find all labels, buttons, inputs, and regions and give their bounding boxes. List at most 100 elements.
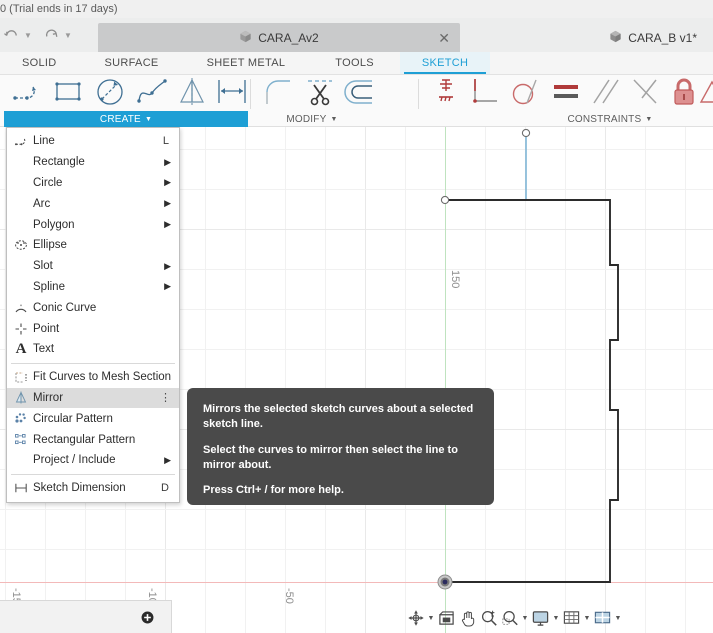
- browser-bottom-panel[interactable]: [0, 600, 172, 633]
- menu-item-line[interactable]: Line L: [7, 131, 179, 152]
- ribbon-trim-button[interactable]: [298, 77, 342, 111]
- tab-sheet-metal-label: SHEET METAL: [206, 57, 286, 69]
- panel-modify-label: MODIFY: [286, 113, 327, 125]
- blank-icon-slot: [13, 258, 29, 274]
- viewports-dropdown-caret[interactable]: ▼: [613, 607, 623, 629]
- ribbon-circle-button[interactable]: [88, 77, 132, 111]
- submenu-arrow-icon-circle: ▶: [164, 177, 171, 188]
- trial-banner: 0 (Trial ends in 17 days): [0, 0, 713, 18]
- ribbon-fillet-button[interactable]: [256, 77, 300, 111]
- tab-sheet-metal[interactable]: SHEET METAL: [183, 52, 310, 74]
- display-settings-icon[interactable]: [530, 607, 551, 629]
- menu-item-ellipse[interactable]: Ellipse: [7, 235, 179, 256]
- menu-item-circular-pattern-label: Circular Pattern: [33, 412, 113, 425]
- construction-line-endpoint[interactable]: [521, 128, 531, 138]
- ribbon-equal-button[interactable]: [544, 77, 588, 111]
- undo-dropdown-caret[interactable]: ▼: [22, 23, 34, 47]
- parallel-icon: [589, 77, 623, 112]
- ribbon-symmetry-button[interactable]: [690, 77, 713, 111]
- menu-item-point[interactable]: Point: [7, 318, 179, 339]
- ribbon-parallel-button[interactable]: [584, 77, 628, 111]
- workspace-tab-bar: SOLID SURFACE SHEET METAL TOOLS SKETCH: [0, 52, 713, 75]
- ribbon: CREATE ▼ MODIFY ▼ CONSTRAINTS ▼: [0, 75, 713, 127]
- menu-item-sketch-dimension[interactable]: Sketch Dimension D: [7, 478, 179, 499]
- close-icon[interactable]: ✕: [438, 31, 450, 45]
- ribbon-tangent-button[interactable]: [504, 77, 548, 111]
- ribbon-perpendicular-button[interactable]: [464, 77, 508, 111]
- tab-tools[interactable]: TOOLS: [309, 52, 400, 74]
- fit-dropdown-caret[interactable]: ▼: [520, 607, 530, 629]
- menu-separator-2: [11, 473, 175, 475]
- ribbon-line-button[interactable]: [6, 77, 50, 111]
- panel-constraints[interactable]: CONSTRAINTS ▼: [520, 111, 700, 127]
- document-tab-label: CARA_Av2: [258, 30, 319, 45]
- panel-modify[interactable]: MODIFY ▼: [252, 111, 372, 127]
- menu-item-rectangular-pattern[interactable]: Rectangular Pattern: [7, 429, 179, 450]
- submenu-arrow-icon-spline: ▶: [164, 281, 171, 292]
- grid-dropdown-caret[interactable]: ▼: [582, 607, 592, 629]
- menu-item-circle[interactable]: Circle ▶: [7, 173, 179, 194]
- tab-solid[interactable]: SOLID: [0, 52, 81, 74]
- sketch-dimension-icon-menu: [13, 480, 29, 496]
- panel-divider-1: [250, 79, 251, 109]
- menu-item-polygon[interactable]: Polygon ▶: [7, 214, 179, 235]
- menu-item-text[interactable]: A Text: [7, 339, 179, 360]
- add-icon[interactable]: [141, 611, 154, 624]
- menu-item-spline[interactable]: Spline ▶: [7, 277, 179, 298]
- tab-surface[interactable]: SURFACE: [81, 52, 183, 74]
- ribbon-spline-button[interactable]: [130, 77, 174, 111]
- circle-icon: [94, 77, 126, 112]
- orbit-icon[interactable]: [405, 607, 426, 629]
- menu-item-rectangle[interactable]: Rectangle ▶: [7, 152, 179, 173]
- spline-icon: [134, 77, 170, 112]
- trim-scissors-icon: [305, 77, 335, 112]
- profile-top-left-endpoint[interactable]: [440, 195, 450, 205]
- menu-item-fit-curves-to-mesh-section[interactable]: Fit Curves to Mesh Section: [7, 367, 179, 388]
- line-icon: [11, 79, 45, 110]
- document-tab-active[interactable]: CARA_Av2 ✕: [98, 23, 460, 52]
- fit-icon[interactable]: [499, 607, 520, 629]
- rectangular-pattern-icon-menu: [13, 432, 29, 448]
- menu-item-conic-curve-label: Conic Curve: [33, 301, 97, 314]
- origin-point-inner: [442, 579, 448, 585]
- redo-icon[interactable]: [40, 23, 62, 47]
- create-dropdown-menu[interactable]: Line L Rectangle ▶ Circle ▶ Arc ▶ Polygo…: [6, 127, 180, 503]
- ribbon-offset-button[interactable]: [338, 77, 382, 111]
- menu-item-mirror[interactable]: Mirror ⋮: [7, 387, 179, 409]
- fusion-app-window: 0 (Trial ends in 17 days) ▼ ▼ CARA_Av2 ✕…: [0, 0, 713, 633]
- ribbon-mirror-button[interactable]: [170, 77, 214, 111]
- menu-item-slot[interactable]: Slot ▶: [7, 256, 179, 277]
- menu-item-conic-curve[interactable]: Conic Curve: [7, 297, 179, 318]
- menu-item-project-include[interactable]: Project / Include ▶: [7, 450, 179, 471]
- look-at-icon[interactable]: [436, 607, 457, 629]
- document-tab-secondary[interactable]: CARA_B v1*: [609, 23, 697, 52]
- panel-create[interactable]: CREATE ▼: [4, 111, 248, 127]
- sketch-dimension-icon: [213, 77, 251, 112]
- menu-item-text-label: Text: [33, 343, 55, 356]
- panel-constraints-label: CONSTRAINTS: [567, 113, 642, 125]
- undo-icon[interactable]: [0, 23, 22, 47]
- overflow-menu-icon[interactable]: ⋮: [160, 392, 171, 403]
- ribbon-break-button[interactable]: [424, 77, 468, 111]
- blank-icon-spline: [13, 279, 29, 295]
- tab-sketch[interactable]: SKETCH: [399, 52, 491, 74]
- display-dropdown-caret[interactable]: ▼: [551, 607, 561, 629]
- ribbon-dimension-button[interactable]: [210, 77, 254, 111]
- viewports-icon[interactable]: [592, 607, 613, 629]
- pan-hand-icon[interactable]: [457, 607, 478, 629]
- tab-surface-label: SURFACE: [104, 57, 159, 69]
- tangent-icon: [509, 77, 543, 112]
- grid-snaps-icon[interactable]: [561, 607, 582, 629]
- break-icon: [431, 77, 461, 112]
- zoom-icon[interactable]: [478, 607, 499, 629]
- menu-item-fit-curves-label: Fit Curves to Mesh Section: [33, 371, 172, 384]
- orbit-dropdown-caret[interactable]: ▼: [426, 607, 436, 629]
- blank-icon-polygon: [13, 217, 29, 233]
- redo-dropdown-caret[interactable]: ▼: [62, 23, 74, 47]
- chevron-down-icon-create: ▼: [144, 115, 153, 123]
- tab-tools-label: TOOLS: [335, 57, 374, 69]
- menu-item-circular-pattern[interactable]: Circular Pattern: [7, 408, 179, 429]
- menu-item-slot-label: Slot: [33, 260, 53, 273]
- menu-item-arc[interactable]: Arc ▶: [7, 193, 179, 214]
- ribbon-rectangle-button[interactable]: [46, 77, 90, 111]
